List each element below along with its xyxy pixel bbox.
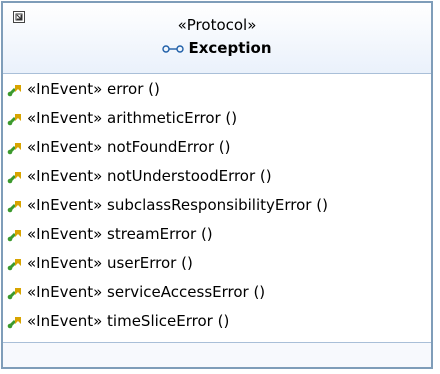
- operation-stereotype: «InEvent»: [27, 283, 103, 301]
- operation-name: serviceAccessError (): [107, 283, 266, 301]
- class-name: Exception: [188, 39, 272, 57]
- operation-icon: [7, 317, 21, 329]
- operation-row[interactable]: «InEvent» arithmeticError (): [7, 106, 238, 130]
- protocol-class-box[interactable]: «Protocol» Exception «InEvent» error () …: [1, 1, 433, 369]
- operation-name: notFoundError (): [107, 138, 231, 156]
- class-stereotype: «Protocol»: [177, 16, 257, 34]
- operation-row[interactable]: «InEvent» timeSliceError (): [7, 309, 230, 333]
- operation-row[interactable]: «InEvent» error (): [7, 77, 160, 101]
- operation-stereotype: «InEvent»: [27, 225, 103, 243]
- operation-name: timeSliceError (): [107, 312, 230, 330]
- interface-lollipop-icon: [162, 44, 185, 53]
- operation-name: userError (): [107, 254, 193, 272]
- operation-row[interactable]: «InEvent» serviceAccessError (): [7, 280, 266, 304]
- operation-icon: [7, 201, 21, 213]
- operation-name: arithmeticError (): [107, 109, 238, 127]
- operation-name: error (): [107, 80, 160, 98]
- operation-stereotype: «InEvent»: [27, 138, 103, 156]
- operation-row[interactable]: «InEvent» notUnderstoodError (): [7, 164, 272, 188]
- class-header: «Protocol» Exception: [3, 3, 431, 74]
- operation-stereotype: «InEvent»: [27, 196, 103, 214]
- operation-name: subclassResponsibilityError (): [107, 196, 328, 214]
- operations-compartment: «InEvent» error () «InEvent» arithmeticE…: [3, 74, 431, 343]
- operation-icon: [7, 85, 21, 97]
- operation-stereotype: «InEvent»: [27, 80, 103, 98]
- operation-name: notUnderstoodError (): [107, 167, 272, 185]
- operation-icon: [7, 114, 21, 126]
- operation-icon: [7, 172, 21, 184]
- operation-stereotype: «InEvent»: [27, 312, 103, 330]
- operation-icon: [7, 230, 21, 242]
- operation-row[interactable]: «InEvent» userError (): [7, 251, 193, 275]
- operation-icon: [7, 288, 21, 300]
- operation-stereotype: «InEvent»: [27, 254, 103, 272]
- operation-stereotype: «InEvent»: [27, 167, 103, 185]
- operation-row[interactable]: «InEvent» streamError (): [7, 222, 213, 246]
- operation-stereotype: «InEvent»: [27, 109, 103, 127]
- operation-name: streamError (): [107, 225, 213, 243]
- operation-row[interactable]: «InEvent» notFoundError (): [7, 135, 231, 159]
- class-title[interactable]: Exception: [3, 39, 431, 57]
- operation-row[interactable]: «InEvent» subclassResponsibilityError (): [7, 193, 328, 217]
- operation-icon: [7, 143, 21, 155]
- operation-icon: [7, 259, 21, 271]
